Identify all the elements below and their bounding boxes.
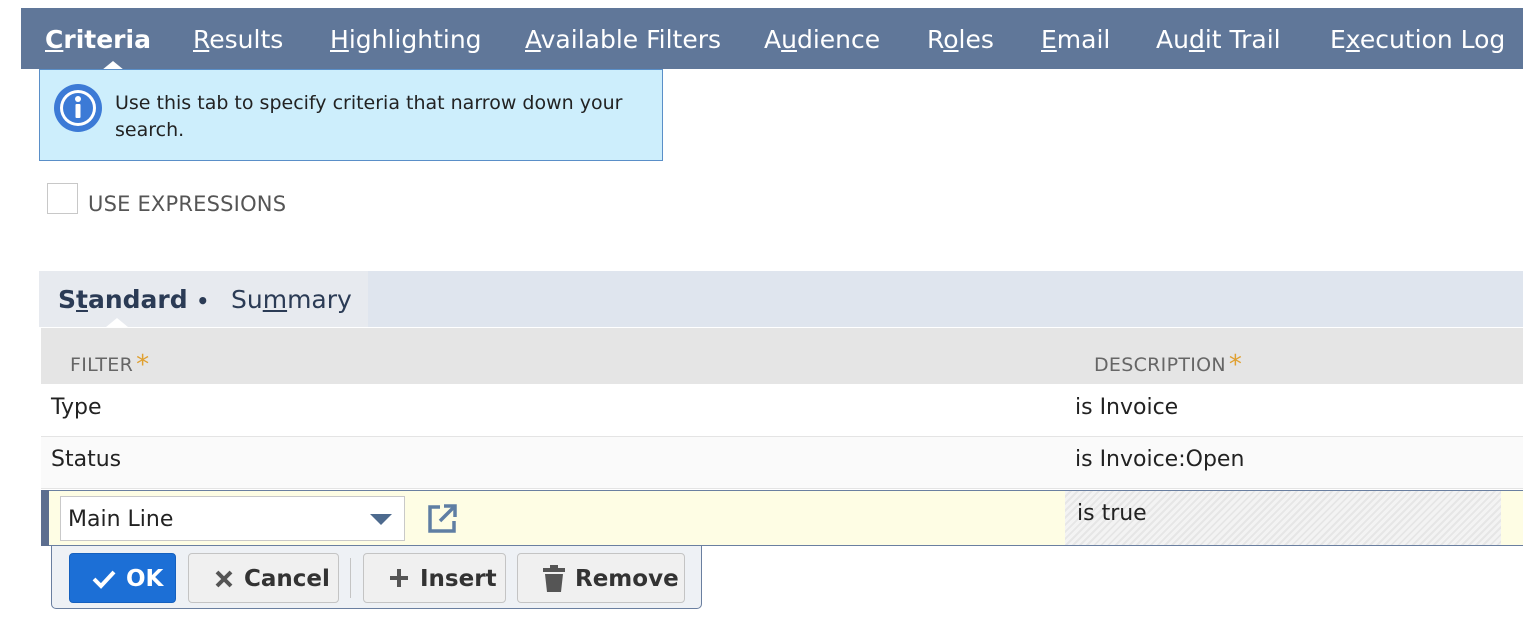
insert-button[interactable]: Insert	[363, 553, 506, 603]
tab-audience[interactable]: Audience	[764, 8, 880, 69]
top-tab-bar: Criteria Results Highlighting Available …	[21, 8, 1523, 70]
subtab-summary[interactable]: Summary	[231, 285, 352, 314]
tab-email[interactable]: Email	[1041, 8, 1110, 69]
cancel-button[interactable]: Cancel	[188, 553, 339, 603]
open-external-icon[interactable]	[425, 502, 459, 536]
row-action-bar: OK Cancel Insert Remove	[51, 546, 702, 609]
subtab-bar: Standard • Summary	[39, 271, 1523, 327]
table-row[interactable]: Status is Invoice:Open	[41, 437, 1523, 489]
trash-icon	[543, 565, 565, 592]
required-marker: *	[1228, 350, 1243, 380]
plus-icon	[390, 569, 408, 587]
remove-button[interactable]: Remove	[517, 553, 685, 603]
info-circle-icon	[54, 84, 102, 132]
editing-row: Main Line is true	[41, 490, 1523, 546]
tab-roles[interactable]: Roles	[927, 8, 994, 69]
filter-cell: Type	[51, 395, 102, 420]
subtab-standard[interactable]: Standard •	[58, 285, 209, 314]
tab-audit-trail[interactable]: Audit Trail	[1156, 8, 1281, 69]
tab-results[interactable]: Results	[193, 8, 283, 69]
chevron-down-icon	[370, 514, 392, 525]
filter-cell: Status	[51, 447, 122, 472]
description-column-header: DESCRIPTION *	[1094, 350, 1243, 380]
description-cell: is Invoice:Open	[1075, 447, 1245, 472]
description-cell-readonly: is true	[1065, 491, 1501, 545]
info-message-box: Use this tab to specify criteria that na…	[39, 69, 663, 161]
tab-execution-log[interactable]: Execution Log	[1330, 8, 1505, 69]
active-subtab-caret	[106, 318, 128, 327]
info-message-text: Use this tab to specify criteria that na…	[115, 92, 623, 141]
filter-select-value: Main Line	[68, 507, 174, 532]
required-marker: *	[136, 350, 150, 380]
table-row[interactable]: Type is Invoice	[41, 385, 1523, 437]
checkmark-icon	[92, 570, 116, 589]
tab-highlighting[interactable]: Highlighting	[330, 8, 482, 69]
tab-available-filters[interactable]: Available Filters	[525, 8, 721, 69]
description-cell: is Invoice	[1075, 395, 1179, 420]
criteria-table-header: FILTER * DESCRIPTION *	[41, 328, 1523, 384]
filter-column-header: FILTER *	[70, 350, 150, 380]
close-icon	[215, 570, 233, 588]
use-expressions-label: USE EXPRESSIONS	[88, 192, 287, 216]
tab-criteria[interactable]: Criteria	[45, 8, 151, 69]
filter-select[interactable]: Main Line	[60, 496, 405, 541]
use-expressions-checkbox[interactable]	[47, 183, 78, 214]
ok-button[interactable]: OK	[69, 553, 176, 603]
